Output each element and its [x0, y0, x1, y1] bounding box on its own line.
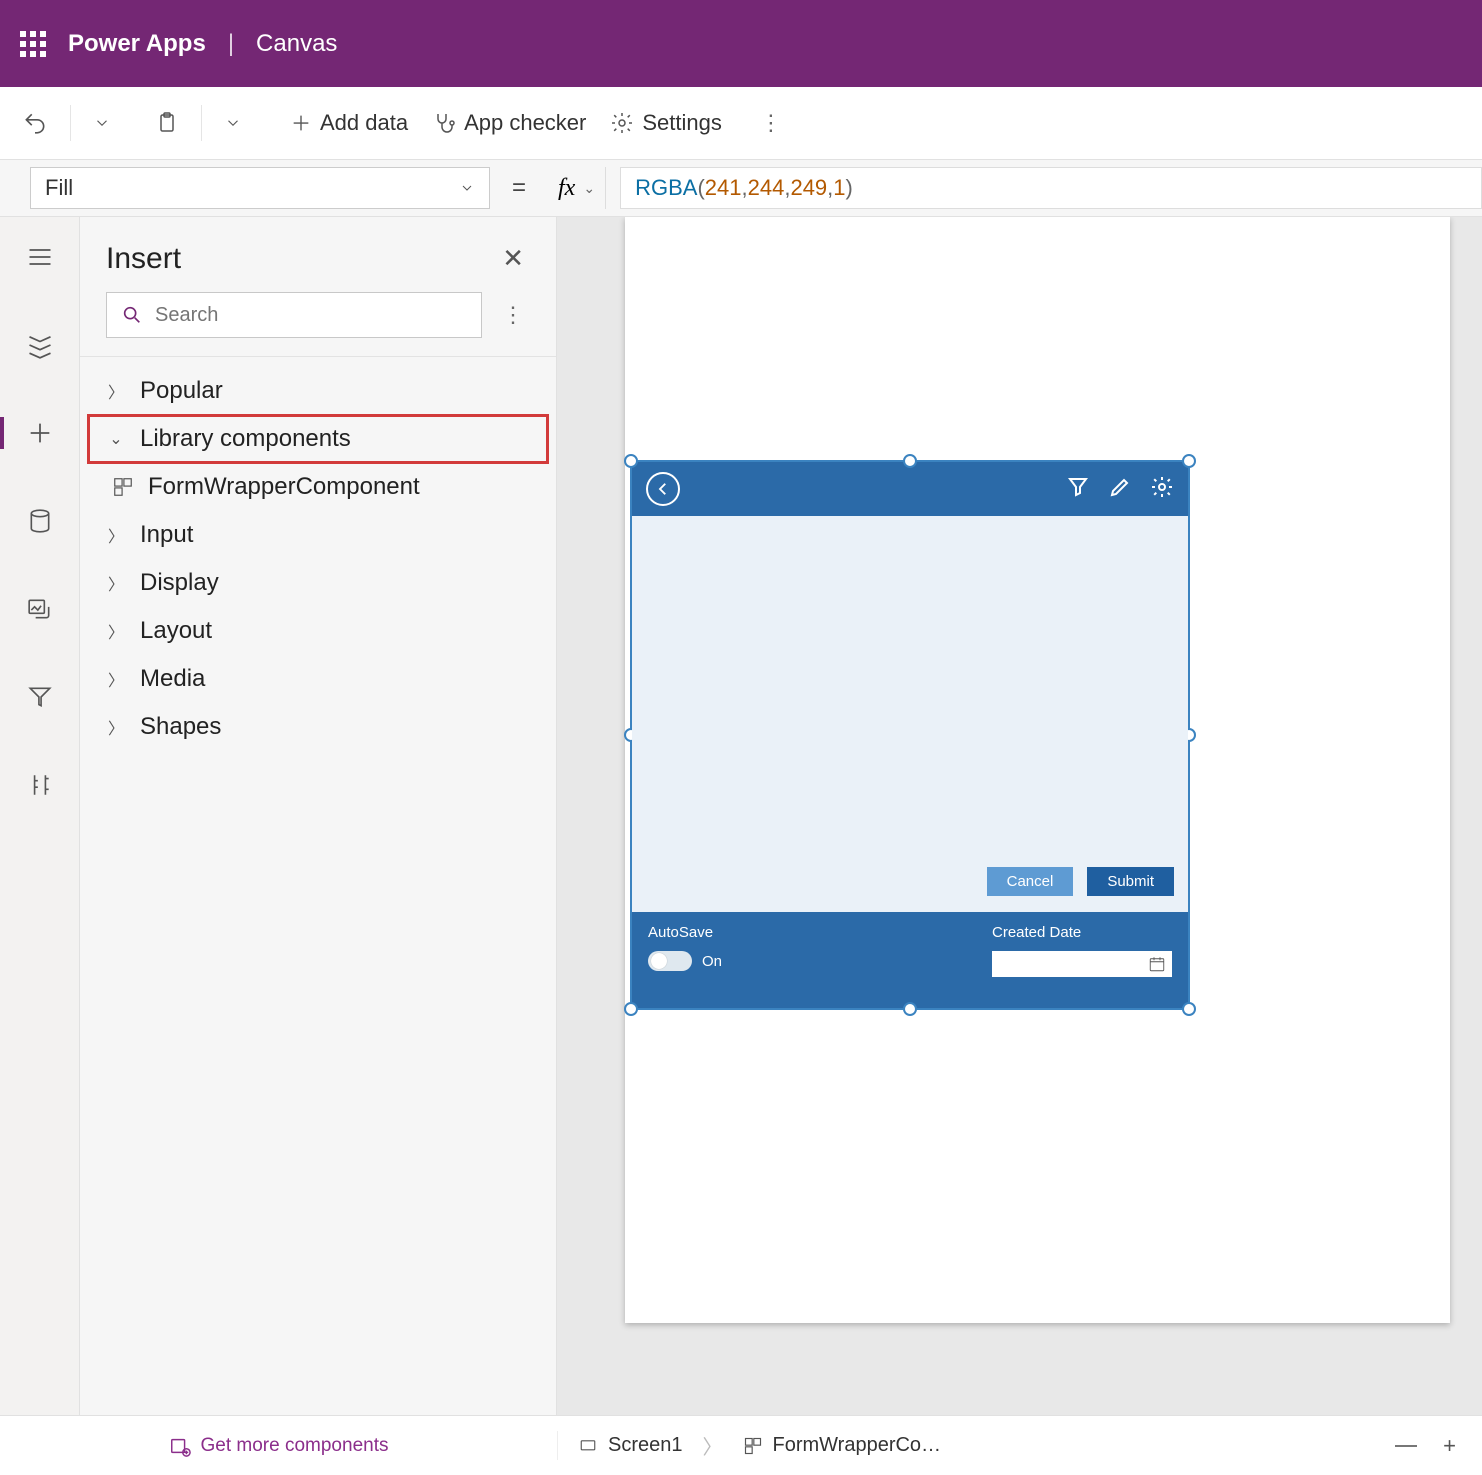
tools-rail-icon[interactable] [18, 763, 62, 807]
chevron-down-icon: ⌄ [583, 180, 595, 197]
import-icon [169, 1435, 191, 1457]
autosave-value: On [702, 953, 722, 970]
hamburger-icon[interactable] [18, 235, 62, 279]
add-data-label: Add data [320, 110, 408, 136]
breadcrumb-screen[interactable]: Screen1 [578, 1434, 683, 1457]
panel-title: Insert [106, 242, 181, 276]
paste-chevron-icon[interactable] [224, 114, 242, 132]
insert-panel: Insert ✕ ⋮ 〉Popular ⌄Library components … [80, 217, 557, 1415]
category-media[interactable]: 〉Media [88, 655, 548, 703]
resize-handle-br[interactable] [1182, 1002, 1196, 1016]
chevron-right-icon: 〉 [106, 715, 126, 739]
stethoscope-icon [432, 111, 456, 135]
resize-handle-bl[interactable] [624, 1002, 638, 1016]
resize-handle-tl[interactable] [624, 454, 638, 468]
chevron-right-icon: 〉 [106, 379, 126, 403]
formula-bar: Fill = fx ⌄ RGBA(241, 244, 249, 1) [0, 160, 1482, 217]
calendar-icon [1148, 955, 1166, 973]
category-popular[interactable]: 〉Popular [88, 367, 548, 415]
chevron-right-icon: 〉 [106, 667, 126, 691]
tree-view-icon[interactable] [18, 323, 62, 367]
category-display[interactable]: 〉Display [88, 559, 548, 607]
app-checker-button[interactable]: App checker [428, 104, 590, 142]
zoom-in-button[interactable]: + [1443, 1433, 1456, 1459]
created-date-label: Created Date [992, 924, 1172, 941]
filter-icon[interactable] [1066, 475, 1090, 504]
category-shapes[interactable]: 〉Shapes [88, 703, 548, 751]
breadcrumb-component[interactable]: FormWrapperCo… [743, 1434, 942, 1457]
component-icon [112, 476, 134, 498]
edit-icon[interactable] [1108, 475, 1132, 504]
submit-button[interactable]: Submit [1087, 867, 1174, 896]
command-bar: Add data App checker Settings ⋮ [0, 87, 1482, 160]
app-name: Power Apps [68, 30, 206, 58]
search-input[interactable] [155, 304, 467, 327]
category-layout[interactable]: 〉Layout [88, 607, 548, 655]
fx-dropdown[interactable]: fx ⌄ [548, 167, 606, 209]
equals-label: = [504, 174, 534, 202]
overflow-menu-icon[interactable]: ⋮ [754, 104, 788, 142]
chevron-right-icon: 〉 [106, 523, 126, 547]
screen-icon [578, 1437, 598, 1455]
category-library-components[interactable]: ⌄Library components [88, 415, 548, 463]
title-bar: Power Apps | Canvas [0, 0, 1482, 87]
cancel-button[interactable]: Cancel [987, 867, 1074, 896]
gear-icon[interactable] [1150, 475, 1174, 504]
category-input[interactable]: 〉Input [88, 511, 548, 559]
resize-handle-bm[interactable] [903, 1002, 917, 1016]
undo-icon[interactable] [22, 110, 48, 136]
plus-icon [290, 112, 312, 134]
breadcrumb-separator: 〉 [703, 1431, 723, 1460]
insert-tree: 〉Popular ⌄Library components FormWrapper… [80, 357, 556, 751]
resize-handle-tr[interactable] [1182, 454, 1196, 468]
formula-input[interactable]: RGBA(241, 244, 249, 1) [620, 167, 1482, 209]
property-name: Fill [45, 175, 73, 201]
search-icon [121, 304, 143, 326]
component-form-wrapper[interactable]: FormWrapperComponent [88, 463, 548, 511]
data-rail-icon[interactable] [18, 499, 62, 543]
app-launcher-icon[interactable] [20, 31, 46, 57]
component-body: Cancel Submit [632, 516, 1188, 912]
resize-handle-tm[interactable] [903, 454, 917, 468]
paste-icon[interactable] [155, 110, 179, 136]
component-footer: AutoSave On Created Date [632, 912, 1188, 1008]
get-more-components-label: Get more components [201, 1435, 389, 1457]
gear-icon [610, 111, 634, 135]
chevron-right-icon: 〉 [106, 619, 126, 643]
property-dropdown[interactable]: Fill [30, 167, 490, 209]
panel-overflow-icon[interactable]: ⋮ [496, 296, 530, 334]
get-more-components-link[interactable]: Get more components [169, 1435, 389, 1457]
created-date-input[interactable] [992, 951, 1172, 977]
status-bar: Get more components Screen1 〉 FormWrappe… [0, 1415, 1482, 1475]
selected-component[interactable]: Cancel Submit AutoSave On Created Date [630, 460, 1190, 1010]
autosave-label: AutoSave [648, 924, 722, 941]
search-box[interactable] [106, 292, 482, 338]
chevron-down-icon: ⌄ [106, 429, 126, 449]
settings-button[interactable]: Settings [606, 104, 726, 142]
zoom-out-button[interactable] [1395, 1445, 1417, 1447]
component-icon [743, 1436, 763, 1456]
add-data-button[interactable]: Add data [286, 104, 412, 142]
media-rail-icon[interactable] [18, 587, 62, 631]
app-subtitle: Canvas [256, 30, 337, 58]
insert-rail-icon[interactable] [18, 411, 62, 455]
chevron-right-icon: 〉 [106, 571, 126, 595]
component-header [632, 462, 1188, 516]
app-checker-label: App checker [464, 110, 586, 136]
title-separator: | [228, 30, 234, 58]
chevron-down-icon [459, 180, 475, 196]
formula-fn: RGBA [635, 175, 697, 201]
left-rail [0, 217, 80, 1415]
autosave-toggle[interactable] [648, 951, 692, 971]
close-icon[interactable]: ✕ [496, 237, 530, 280]
back-icon[interactable] [646, 472, 680, 506]
advanced-rail-icon[interactable] [18, 675, 62, 719]
settings-label: Settings [642, 110, 722, 136]
fx-label: fx [558, 175, 575, 202]
undo-chevron-icon[interactable] [93, 114, 111, 132]
